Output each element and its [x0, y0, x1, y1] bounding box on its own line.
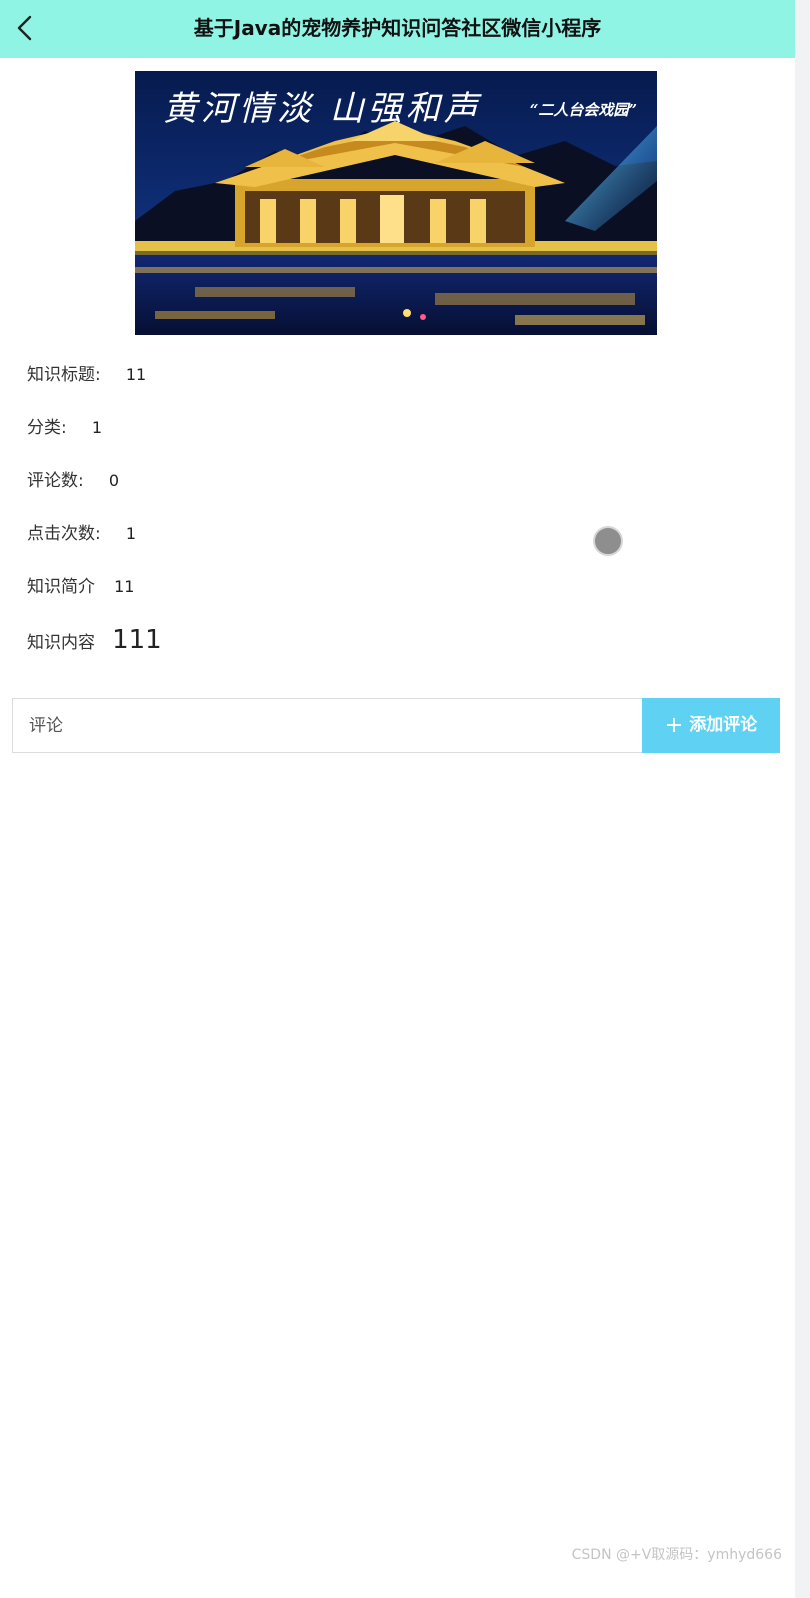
scrollbar-track	[795, 0, 810, 1598]
detail-value: 1	[125, 524, 137, 543]
detail-value: 1	[91, 418, 103, 437]
hero-image: 黄河情淡 山强和声 “二人台会戏园”	[135, 71, 657, 335]
detail-row-category: 分类: 1	[27, 414, 102, 442]
detail-label: 评论数:	[27, 471, 84, 491]
detail-row-content: 知识内容 111	[27, 626, 162, 654]
detail-value: 111	[112, 625, 162, 655]
hero-tag: “二人台会戏园”	[529, 101, 637, 119]
detail-label: 知识标题:	[27, 365, 101, 385]
watermark: CSDN @+V取源码：ymhyd666	[571, 1547, 782, 1563]
comment-input[interactable]	[13, 699, 641, 752]
page-title: 基于Java的宠物养护知识问答社区微信小程序	[193, 16, 602, 40]
add-comment-button[interactable]: + 添加评论	[642, 698, 780, 753]
detail-label: 知识内容	[27, 633, 95, 653]
detail-value: 0	[108, 471, 120, 490]
navigation-bar: 基于Java的宠物养护知识问答社区微信小程序	[0, 0, 795, 58]
detail-row-comment-count: 评论数: 0	[27, 467, 119, 495]
detail-value: 11	[114, 577, 135, 596]
detail-label: 知识简介	[27, 577, 95, 597]
detail-row-click-count: 点击次数: 1	[27, 520, 136, 548]
floating-assistive-button[interactable]	[593, 526, 623, 556]
detail-row-intro: 知识简介 11	[27, 573, 134, 601]
page: 基于Java的宠物养护知识问答社区微信小程序 黄河情淡 山强和声 “二人台会戏园…	[0, 0, 810, 1598]
detail-label: 分类:	[27, 418, 67, 438]
plus-icon: +	[664, 713, 684, 738]
detail-row-title: 知识标题: 11	[27, 361, 146, 389]
detail-value: 11	[125, 365, 147, 384]
detail-label: 点击次数:	[27, 524, 101, 544]
comment-bar: +添加评论	[12, 698, 780, 753]
add-comment-label: 添加评论	[689, 715, 758, 735]
hero-calligraphy: 黄河情淡 山强和声	[163, 89, 482, 129]
